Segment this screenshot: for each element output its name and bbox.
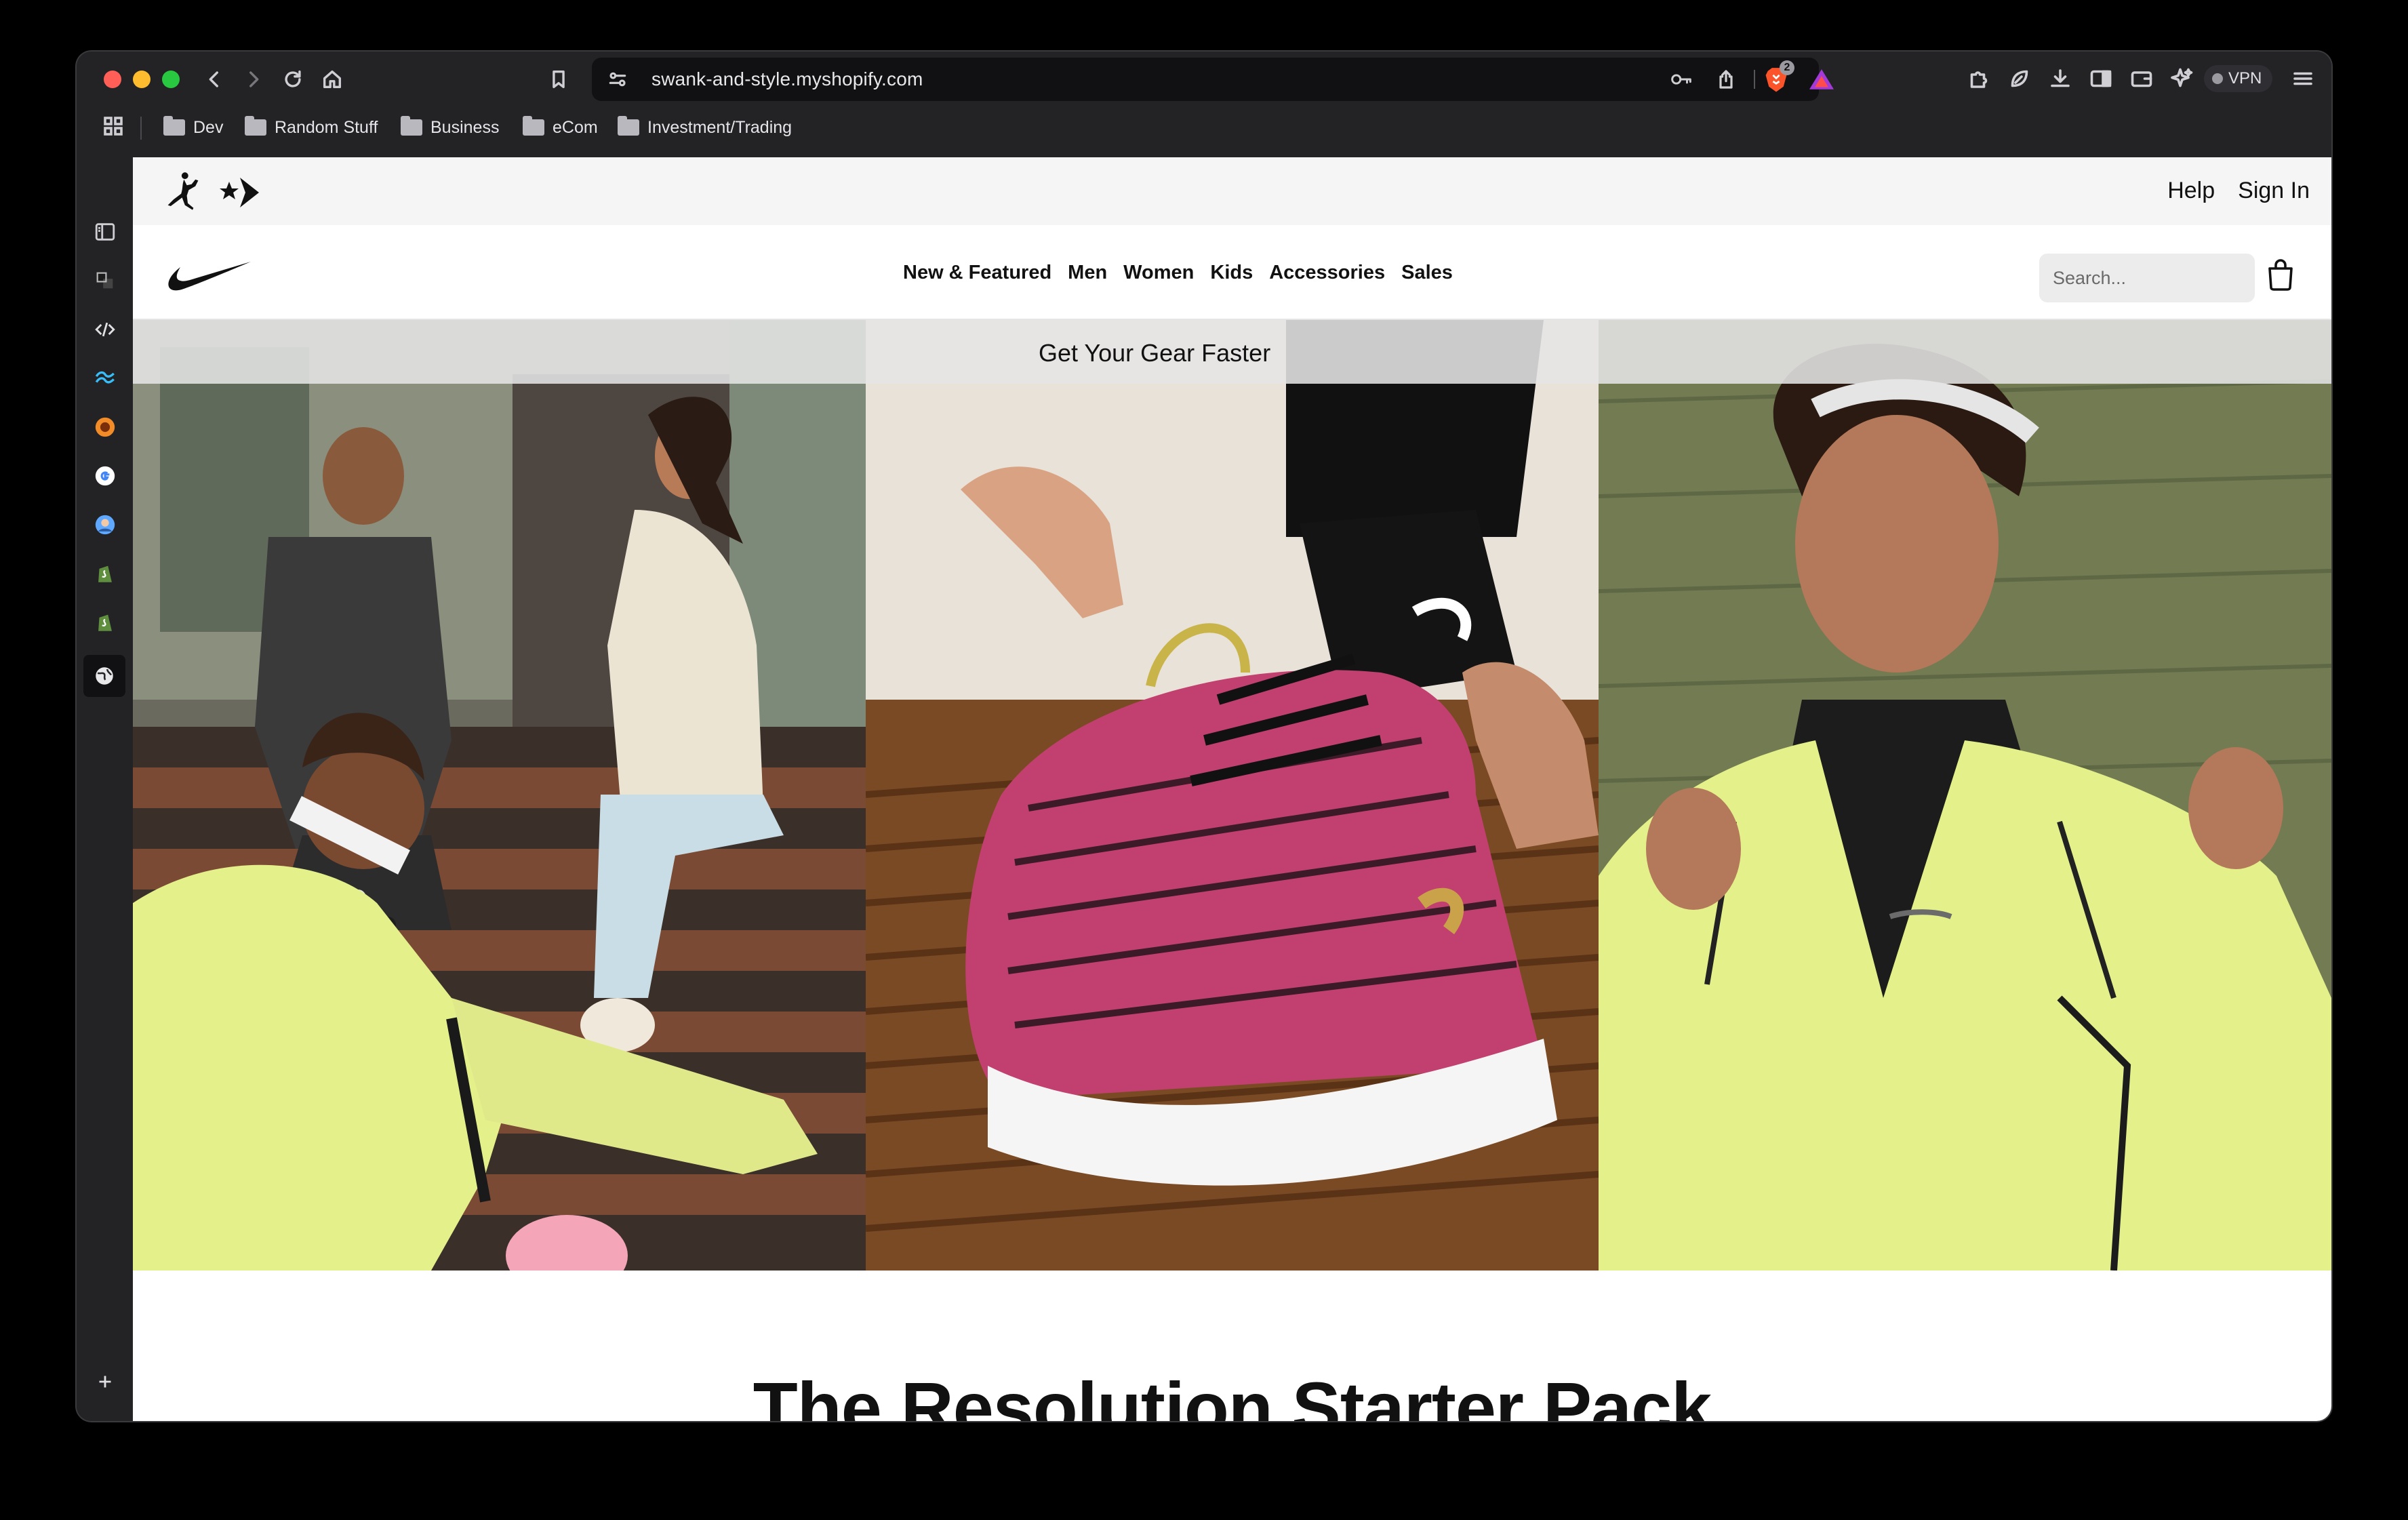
- folder-icon: [618, 116, 639, 136]
- download-icon: [2051, 69, 2070, 87]
- brand-topbar: Help Sign In: [133, 157, 2331, 225]
- leo-ai-button[interactable]: [2167, 64, 2197, 94]
- sign-in-link[interactable]: Sign In: [2238, 178, 2310, 204]
- url-text[interactable]: swank-and-style.myshopify.com: [651, 68, 923, 90]
- bookmark-folder-dev[interactable]: Dev: [163, 114, 223, 141]
- main-navigation: New & Featured Men Women Kids Accessorie…: [133, 225, 2331, 320]
- nav-accessories[interactable]: Accessories: [1269, 262, 1385, 284]
- brave-rewards-icon[interactable]: [1808, 67, 1835, 92]
- apps-grid-icon[interactable]: [101, 114, 128, 141]
- nav-kids[interactable]: Kids: [1210, 262, 1253, 284]
- hero-image-group-stairs: [133, 320, 866, 1271]
- puzzle-icon: [1970, 71, 1988, 88]
- jordan-logo-icon[interactable]: [164, 171, 202, 213]
- hamburger-icon: [2293, 72, 2312, 85]
- globe-icon[interactable]: [83, 655, 125, 697]
- share-icon[interactable]: [1714, 68, 1738, 90]
- browser-window: swank-and-style.myshopify.com 2 VPN Dev …: [77, 52, 2331, 1421]
- close-window-button[interactable]: [104, 71, 121, 88]
- bookmark-label: Dev: [193, 117, 224, 137]
- main-menu-button[interactable]: [2288, 64, 2318, 94]
- google-icon[interactable]: [92, 462, 119, 489]
- forward-button[interactable]: [238, 64, 269, 95]
- bookmark-folder-business[interactable]: Business: [401, 114, 499, 141]
- divider: [1754, 70, 1755, 89]
- nav-men[interactable]: Men: [1068, 262, 1107, 284]
- folder-icon: [245, 116, 266, 136]
- shields-count-badge: 2: [1780, 60, 1794, 75]
- extensions-button[interactable]: [1964, 64, 1994, 94]
- hero-banner[interactable]: Get Your Gear Faster: [133, 320, 2331, 1271]
- folder-icon: [401, 116, 422, 136]
- sidebar-toggle-icon[interactable]: [92, 218, 119, 245]
- bookmark-folder-investment-trading[interactable]: Investment/Trading: [618, 114, 792, 141]
- reload-icon: [285, 70, 301, 87]
- bookmark-folder-random-stuff[interactable]: Random Stuff: [245, 114, 378, 141]
- vpn-button[interactable]: VPN: [2204, 65, 2273, 92]
- site-settings-icon[interactable]: [607, 68, 628, 90]
- chevron-right-icon: [249, 71, 259, 87]
- sidebar-icon: [2090, 70, 2112, 87]
- reload-button[interactable]: [277, 64, 308, 95]
- bookmark-icon: [553, 70, 565, 89]
- shopping-bag-icon[interactable]: [2265, 256, 2296, 292]
- web-page: Help Sign In New & Featured Men Women Ki…: [133, 157, 2331, 1421]
- category-nav: New & Featured Men Women Kids Accessorie…: [903, 262, 1453, 284]
- downloads-button[interactable]: [2045, 64, 2075, 94]
- converse-logo-icon[interactable]: [218, 172, 262, 213]
- vpn-status-dot: [2212, 73, 2223, 84]
- bookmark-label: eCom: [553, 117, 598, 137]
- password-key-icon[interactable]: [1670, 68, 1694, 90]
- shopify-icon[interactable]: [92, 560, 119, 587]
- tailwind-icon[interactable]: [92, 365, 119, 392]
- toggle-sidebar-button[interactable]: [2086, 64, 2116, 94]
- avatar-icon[interactable]: [92, 511, 119, 538]
- promo-banner[interactable]: Get Your Gear Faster: [133, 320, 2331, 384]
- nav-sales[interactable]: Sales: [1401, 262, 1453, 284]
- chevron-left-icon: [209, 71, 218, 87]
- nav-new-featured[interactable]: New & Featured: [903, 262, 1051, 284]
- top-links: Help Sign In: [2167, 178, 2310, 204]
- bookmarks-separator: [140, 117, 142, 140]
- browser-titlebar: swank-and-style.myshopify.com 2 VPN Dev …: [77, 52, 2331, 157]
- wallet-button[interactable]: [2127, 64, 2156, 94]
- vertical-tabs-sidebar: [77, 157, 133, 1421]
- app-icon[interactable]: [92, 267, 119, 294]
- folder-icon: [163, 116, 185, 136]
- section-headline: The Resolution Starter Pack: [752, 1367, 1712, 1421]
- promo-text: Get Your Gear Faster: [1039, 339, 1271, 367]
- minimize-window-button[interactable]: [133, 71, 150, 88]
- code-icon[interactable]: [92, 316, 119, 343]
- hero-image-shoe-lacing: [866, 320, 1599, 1271]
- nav-women[interactable]: Women: [1123, 262, 1194, 284]
- app-icon[interactable]: [92, 414, 119, 441]
- home-icon: [323, 70, 342, 89]
- back-button[interactable]: [199, 64, 230, 95]
- bookmark-label: Random Stuff: [275, 117, 378, 137]
- leaf-icon: [2011, 70, 2028, 87]
- address-bar[interactable]: swank-and-style.myshopify.com 2: [592, 58, 1834, 101]
- bookmark-label: Investment/Trading: [647, 117, 792, 137]
- folder-icon: [523, 116, 544, 136]
- hero-image-yellow-jacket: [1599, 320, 2331, 1271]
- help-link[interactable]: Help: [2167, 178, 2215, 204]
- bookmark-folder-ecom[interactable]: eCom: [523, 114, 598, 141]
- sparkle-icon: [2171, 68, 2193, 87]
- home-button[interactable]: [317, 64, 348, 95]
- wallet-icon: [2131, 71, 2152, 87]
- search-input[interactable]: [2039, 254, 2255, 302]
- maximize-window-button[interactable]: [162, 71, 180, 88]
- nike-swoosh-logo-icon[interactable]: [167, 259, 254, 293]
- add-icon[interactable]: [92, 1368, 119, 1395]
- speedreader-button[interactable]: [2005, 64, 2034, 94]
- bookmark-button[interactable]: [543, 64, 574, 95]
- shopify-icon[interactable]: [92, 609, 119, 636]
- bookmark-label: Business: [430, 117, 500, 137]
- vpn-label: VPN: [2228, 69, 2262, 87]
